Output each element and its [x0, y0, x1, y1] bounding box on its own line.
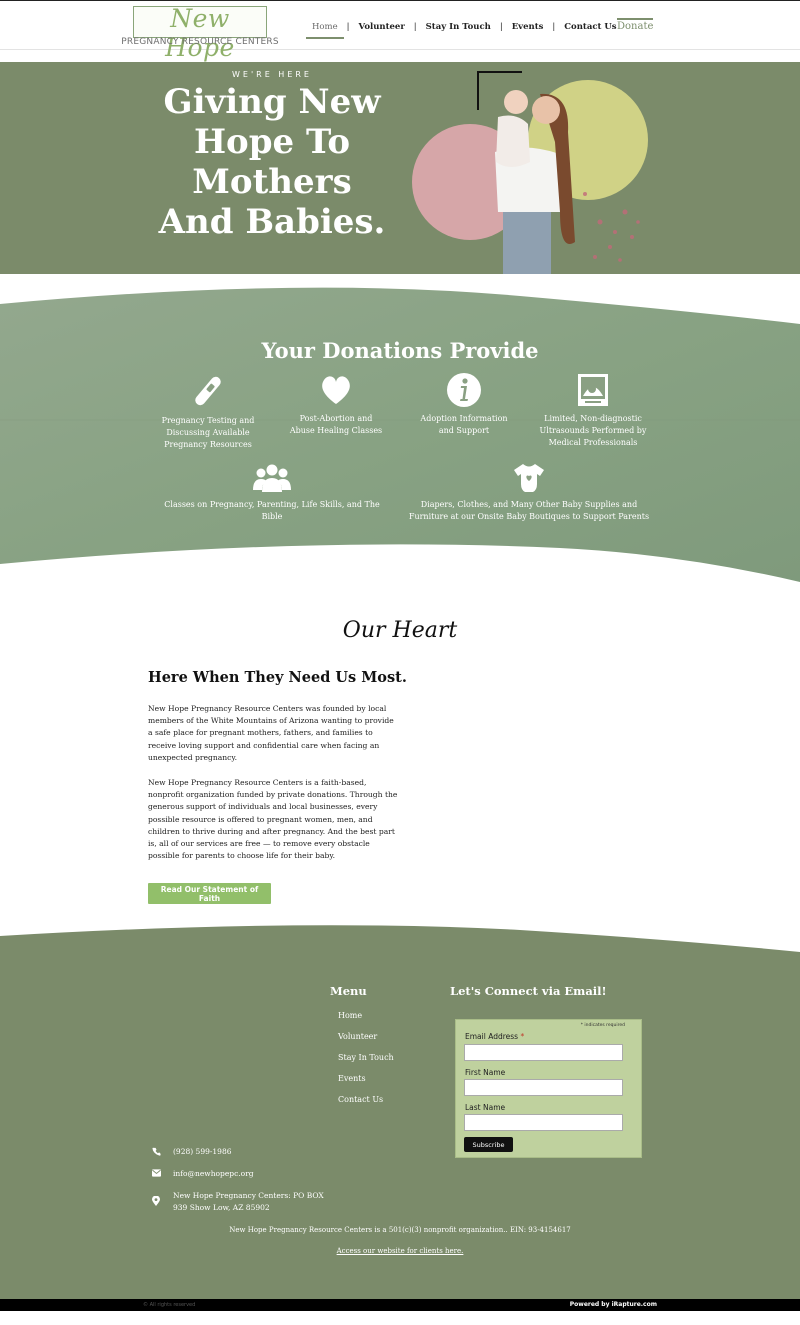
donation-item-label: Pregnancy Testing and Discussing Availab… [161, 416, 255, 449]
mailing-address: New Hope Pregnancy Centers: PO BOX 939 S… [173, 1190, 324, 1214]
hero-mother-baby-image [412, 71, 648, 274]
our-heart-paragraph-1: New Hope Pregnancy Resource Centers was … [148, 704, 394, 762]
onesie-icon [514, 464, 544, 492]
subscribe-button[interactable]: Subscribe [464, 1137, 513, 1152]
donation-item-label: Post-Abortion and Abuse Healing Classes [289, 414, 383, 435]
donation-item-adoption: Adoption Information and Support [412, 372, 516, 437]
logo-script-text: New Hope [165, 4, 235, 62]
footer-menu-stay-in-touch[interactable]: Stay In Touch [338, 1053, 394, 1062]
donation-item-label: Diapers, Clothes, and Many Other Baby Su… [408, 500, 650, 521]
statement-of-faith-button[interactable]: Read Our Statement of Faith [148, 883, 271, 904]
clients-site-link[interactable]: Access our website for clients here. [0, 1247, 800, 1255]
ultrasound-icon [578, 374, 608, 406]
donation-item-label: Classes on Pregnancy, Parenting, Life Sk… [164, 500, 380, 521]
required-note: * indicates required [580, 1023, 625, 1028]
last-name-field[interactable] [464, 1114, 623, 1131]
footer-menu-volunteer[interactable]: Volunteer [338, 1032, 377, 1041]
donation-item-classes: Classes on Pregnancy, Parenting, Life Sk… [162, 462, 382, 523]
envelope-icon [152, 1169, 161, 1177]
footer-menu-contact-us[interactable]: Contact Us [338, 1095, 383, 1104]
nav-home[interactable]: Home [306, 15, 344, 39]
pregnancy-test-icon [195, 376, 221, 406]
last-name-label: Last Name [465, 1103, 506, 1112]
site-logo[interactable]: New Hope PREGNANCY RESOURCE CENTERS [121, 4, 279, 62]
donation-item-baby-supplies: Diapers, Clothes, and Many Other Baby Su… [406, 462, 652, 523]
connect-title: Let's Connect via Email! [450, 984, 607, 998]
hero-title: Giving New Hope To Mothers And Babies. [158, 82, 386, 242]
email-address[interactable]: info@newhopepc.org [173, 1168, 254, 1180]
donations-background [0, 287, 800, 582]
donate-button[interactable]: Donate [617, 18, 654, 32]
our-heart-title: Our Heart [342, 618, 458, 643]
donation-item-healing-classes: Post-Abortion and Abuse Healing Classes [286, 372, 386, 437]
donations-title: Your Donations Provide [261, 338, 539, 363]
bottom-bar: © All rights reserved Powered by iRaptur… [0, 1299, 800, 1311]
required-asterisk: * [520, 1032, 525, 1041]
phone-icon [152, 1147, 161, 1156]
footer-menu-home[interactable]: Home [338, 1011, 362, 1020]
donation-item-pregnancy-testing: Pregnancy Testing and Discussing Availab… [148, 372, 268, 451]
nav-events[interactable]: Events [506, 22, 550, 32]
address-line-2: 939 Show Low, AZ 85902 [173, 1203, 270, 1212]
email-label: Email Address * [465, 1032, 524, 1041]
powered-by-link[interactable]: Powered by iRapture.com [570, 1301, 657, 1308]
first-name-field[interactable] [464, 1079, 623, 1096]
phone-number[interactable]: (928) 599-1986 [173, 1146, 232, 1158]
our-heart-paragraph-2: New Hope Pregnancy Resource Centers is a… [148, 778, 398, 861]
email-field[interactable] [464, 1044, 623, 1061]
hero-banner: WE'RE HERE Giving New Hope To Mothers An… [0, 62, 800, 274]
donation-item-label: Limited, Non-diagnostic Ultrasounds Perf… [539, 414, 647, 447]
nav-separator: | [552, 22, 556, 32]
donation-item-ultrasound: Limited, Non-diagnostic Ultrasounds Perf… [538, 372, 648, 449]
logo-subtitle: PREGNANCY RESOURCE CENTERS [121, 37, 279, 47]
site-header: New Hope PREGNANCY RESOURCE CENTERS Home… [0, 0, 800, 62]
nav-separator: | [499, 22, 503, 32]
email-label-text: Email Address [465, 1032, 519, 1041]
location-pin-icon [152, 1196, 160, 1206]
first-name-label: First Name [465, 1068, 506, 1077]
nonprofit-statement: New Hope Pregnancy Resource Centers is a… [229, 1226, 571, 1234]
info-icon [447, 373, 481, 407]
email-signup-form: * indicates required Email Address * Fir… [455, 1019, 642, 1158]
nav-stay-in-touch[interactable]: Stay In Touch [420, 22, 497, 32]
heart-icon [322, 376, 350, 404]
footer-background [0, 925, 800, 1300]
copyright-text: © All rights reserved [143, 1302, 196, 1308]
our-heart-heading: Here When They Need Us Most. [148, 669, 407, 686]
nav-volunteer[interactable]: Volunteer [353, 22, 411, 32]
group-icon [253, 464, 291, 492]
hero-eyebrow: WE'RE HERE [231, 70, 312, 79]
address-line-1: New Hope Pregnancy Centers: PO BOX [173, 1191, 324, 1200]
footer-menu-events[interactable]: Events [338, 1074, 366, 1083]
footer-menu-title: Menu [330, 984, 367, 998]
nav-contact-us[interactable]: Contact Us [558, 22, 622, 32]
main-nav: Home | Volunteer | Stay In Touch | Event… [306, 15, 623, 39]
nav-separator: | [346, 22, 350, 32]
nav-separator: | [413, 22, 417, 32]
donation-item-label: Adoption Information and Support [420, 414, 508, 435]
